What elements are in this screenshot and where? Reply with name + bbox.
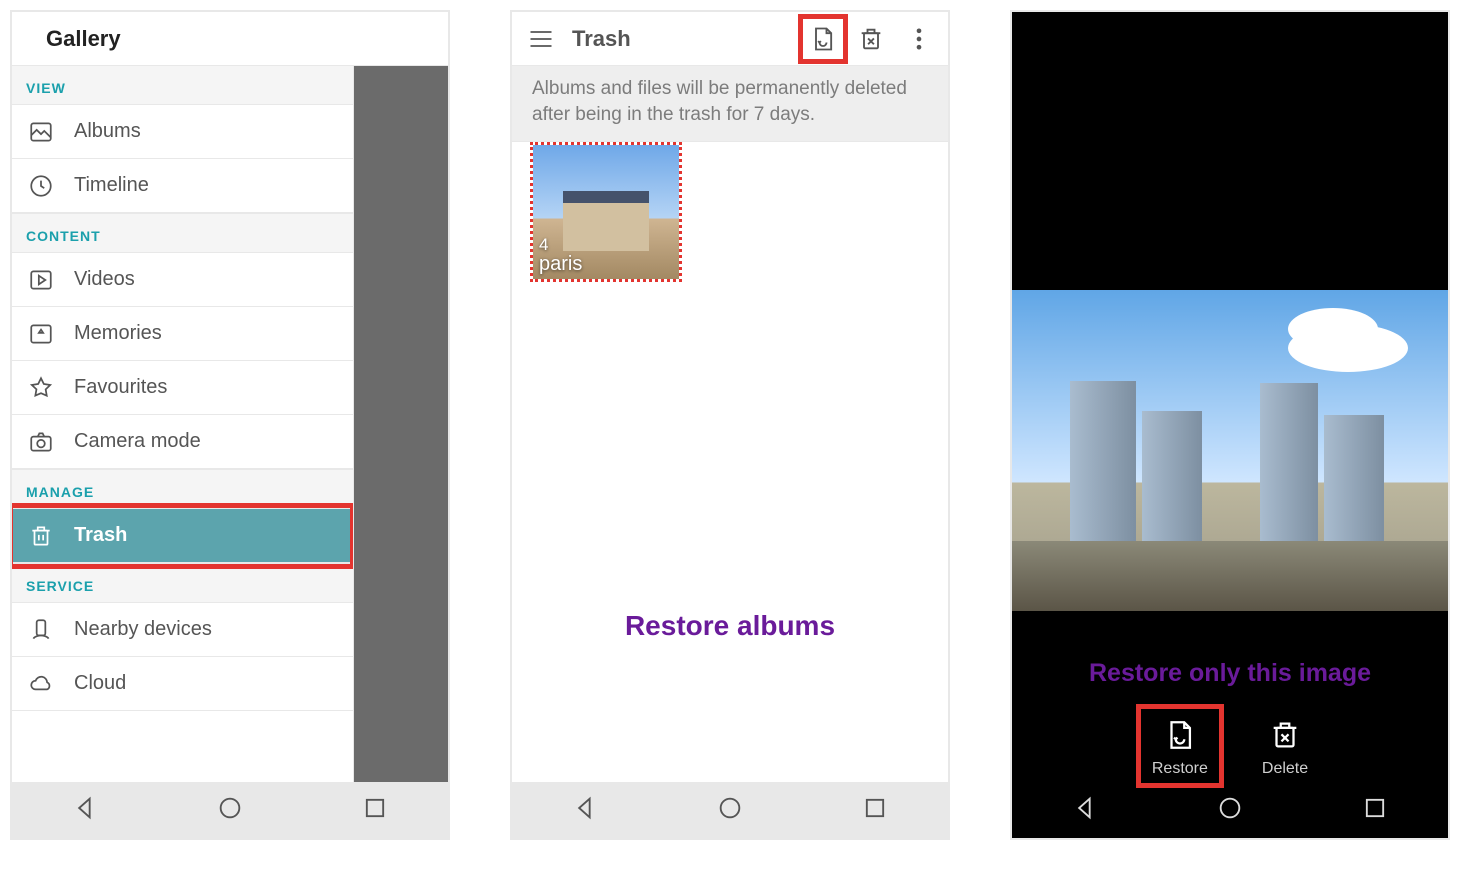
sidebar-item-label: Memories	[74, 322, 162, 345]
photo-preview[interactable]	[1012, 290, 1448, 612]
star-icon	[28, 375, 54, 401]
nav-home-icon[interactable]	[1216, 794, 1244, 827]
annotation-restore-albums: Restore albums	[512, 610, 948, 642]
action-label: Restore	[1152, 760, 1208, 778]
image-icon	[28, 119, 54, 145]
sidebar-item-nearby-devices[interactable]: Nearby devices	[12, 603, 353, 657]
sidebar-item-camera-mode[interactable]: Camera mode	[12, 415, 353, 469]
nearby-icon	[28, 617, 54, 643]
sidebar-item-favourites[interactable]: Favourites	[12, 361, 353, 415]
restore-button[interactable]: Restore	[1150, 714, 1210, 782]
panel-gallery-sidebar: Gallery VIEW Albums Timeline CONTENT Vid…	[10, 10, 450, 840]
section-header-service: SERVICE	[12, 563, 353, 603]
panel-image-viewer: Restore only this image Restore Delete	[1010, 10, 1450, 840]
system-nav-bar	[1012, 782, 1448, 838]
album-thumbnail-paris[interactable]: 4 paris	[530, 142, 682, 282]
sidebar-item-trash[interactable]: Trash	[12, 509, 353, 563]
delete-all-icon[interactable]	[854, 22, 888, 56]
sidebar-item-label: Albums	[74, 120, 141, 143]
camera-icon	[28, 429, 54, 455]
play-icon	[28, 267, 54, 293]
sidebar-item-label: Camera mode	[74, 430, 201, 453]
more-icon[interactable]	[902, 22, 936, 56]
system-nav-bar	[512, 782, 948, 838]
sidebar-item-label: Nearby devices	[74, 618, 212, 641]
viewer-header	[1012, 12, 1448, 66]
sidebar-item-label: Favourites	[74, 376, 167, 399]
nav-recent-icon[interactable]	[1361, 794, 1389, 827]
trash-icon	[28, 523, 54, 549]
section-header-view: VIEW	[12, 66, 353, 105]
sidebar-item-albums[interactable]: Albums	[12, 105, 353, 159]
section-header-content: CONTENT	[12, 213, 353, 253]
panel-trash-list: Trash Albums and files will be permanent…	[510, 10, 950, 840]
action-label: Delete	[1262, 760, 1308, 778]
nav-back-icon[interactable]	[571, 794, 599, 827]
annotation-restore-image: Restore only this image	[1012, 659, 1448, 688]
section-header-manage: MANAGE	[12, 469, 353, 509]
cloud-icon	[28, 671, 54, 697]
system-nav-bar	[12, 782, 448, 838]
sidebar-item-cloud[interactable]: Cloud	[12, 657, 353, 711]
nav-back-icon[interactable]	[71, 794, 99, 827]
trash-header: Trash	[512, 12, 948, 66]
gallery-sidebar: VIEW Albums Timeline CONTENT Videos Memo…	[12, 66, 354, 782]
hamburger-icon[interactable]	[524, 22, 558, 56]
sidebar-item-timeline[interactable]: Timeline	[12, 159, 353, 213]
nav-home-icon[interactable]	[216, 794, 244, 827]
sidebar-item-videos[interactable]: Videos	[12, 253, 353, 307]
restore-icon[interactable]	[806, 22, 840, 56]
nav-recent-icon[interactable]	[361, 794, 389, 827]
nav-back-icon[interactable]	[1071, 794, 1099, 827]
delete-button[interactable]: Delete	[1260, 714, 1310, 782]
album-name: paris	[539, 253, 582, 275]
gallery-title: Gallery	[46, 26, 121, 52]
sidebar-item-label: Cloud	[74, 672, 126, 695]
sidebar-item-label: Timeline	[74, 174, 149, 197]
sidebar-item-label: Videos	[74, 268, 135, 291]
nav-recent-icon[interactable]	[861, 794, 889, 827]
gallery-content-obscured	[354, 66, 448, 782]
gallery-header: Gallery	[12, 12, 448, 66]
clock-icon	[28, 173, 54, 199]
memories-icon	[28, 321, 54, 347]
trash-notice: Albums and files will be permanently del…	[512, 66, 948, 142]
sidebar-item-memories[interactable]: Memories	[12, 307, 353, 361]
sidebar-item-label: Trash	[74, 524, 127, 547]
viewer-actions: Restore Delete	[1012, 714, 1448, 782]
trash-title: Trash	[572, 26, 792, 52]
album-count: 4	[539, 236, 582, 254]
trash-body: 4 paris Restore albums	[512, 142, 948, 782]
nav-home-icon[interactable]	[716, 794, 744, 827]
